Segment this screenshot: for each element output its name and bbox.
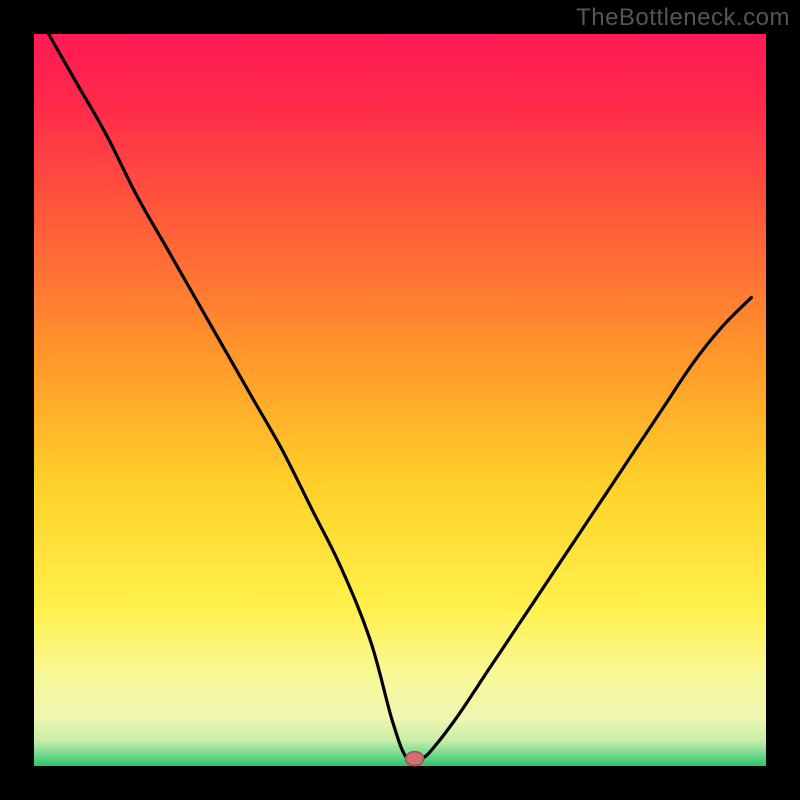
chart-frame: TheBottleneck.com bbox=[0, 0, 800, 800]
plot-area bbox=[34, 34, 766, 766]
watermark-text: TheBottleneck.com bbox=[576, 4, 790, 32]
optimal-marker bbox=[406, 752, 424, 766]
bottleneck-chart bbox=[0, 0, 800, 800]
